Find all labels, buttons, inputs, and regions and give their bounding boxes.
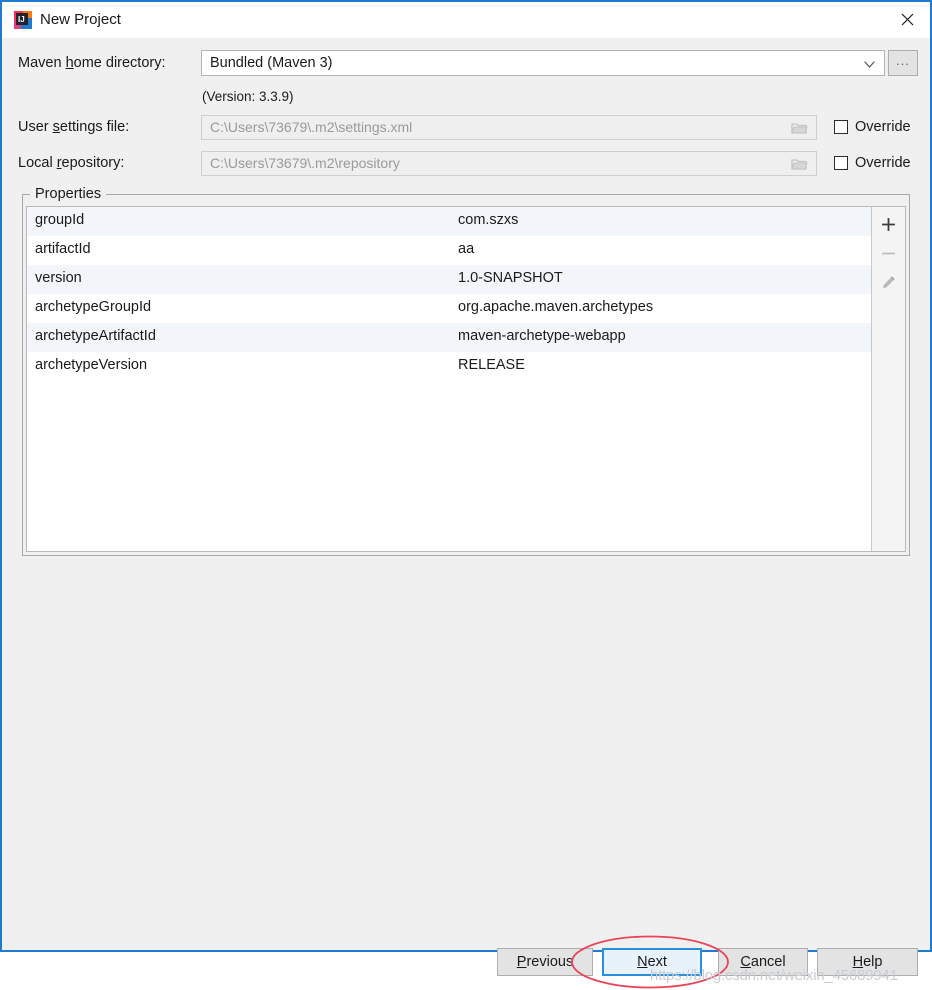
table-row[interactable]: version 1.0-SNAPSHOT [27, 265, 872, 294]
override-local-repository-checkbox[interactable]: Override [834, 155, 911, 171]
table-row[interactable]: archetypeVersion RELEASE [27, 352, 872, 381]
previous-button[interactable]: Previous [497, 948, 593, 976]
maven-home-directory-value: Bundled (Maven 3) [210, 55, 333, 71]
properties-toolbar [871, 207, 905, 551]
property-value: 1.0-SNAPSHOT [458, 270, 563, 286]
maven-home-directory-label: Maven home directory: [18, 55, 166, 71]
help-button[interactable]: Help [817, 948, 918, 976]
svg-text:IJ: IJ [18, 15, 25, 24]
pencil-icon[interactable] [877, 271, 900, 294]
table-row[interactable]: archetypeGroupId org.apache.maven.archety… [27, 294, 872, 323]
cancel-button[interactable]: Cancel [718, 948, 808, 976]
chevron-down-icon [863, 58, 876, 71]
title-bar: IJ New Project [2, 2, 930, 38]
property-value: maven-archetype-webapp [458, 328, 626, 344]
property-key: archetypeVersion [35, 357, 148, 373]
folder-icon[interactable] [791, 121, 808, 135]
override-local-repository-label: Override [855, 155, 911, 171]
checkbox-box[interactable] [834, 156, 848, 170]
property-key: archetypeArtifactId [35, 328, 156, 344]
maven-home-browse-button[interactable]: ... [888, 50, 918, 76]
maven-home-directory-combobox[interactable]: Bundled (Maven 3) [201, 50, 885, 76]
table-row[interactable]: archetypeArtifactId maven-archetype-webap… [27, 323, 872, 352]
property-value: com.szxs [458, 212, 519, 228]
override-user-settings-label: Override [855, 119, 911, 135]
table-row[interactable]: artifactId aa [27, 236, 872, 265]
page-title: New Project [40, 11, 121, 28]
user-settings-file-label: User settings file: [18, 119, 130, 135]
close-icon[interactable] [884, 2, 930, 36]
override-user-settings-checkbox[interactable]: Override [834, 119, 911, 135]
local-repository-value: C:\Users\73679\.m2\repository [210, 155, 400, 171]
property-key: archetypeGroupId [35, 299, 152, 315]
ellipsis-icon: ... [896, 52, 910, 68]
minus-icon[interactable] [877, 242, 900, 265]
checkbox-box[interactable] [834, 120, 848, 134]
user-settings-file-value: C:\Users\73679\.m2\settings.xml [210, 119, 413, 135]
local-repository-input[interactable]: C:\Users\73679\.m2\repository [201, 151, 817, 176]
table-row[interactable]: groupId com.szxs [27, 207, 872, 236]
property-key: groupId [35, 212, 85, 228]
property-value: aa [458, 241, 475, 257]
properties-panel: groupId com.szxs artifactId aa version 1.0-SN… [26, 206, 906, 552]
intellij-idea-icon: IJ [14, 11, 32, 29]
next-button[interactable]: Next [602, 948, 702, 976]
property-value: RELEASE [458, 357, 525, 373]
dialog-content: Maven home directory: Bundled (Maven 3) … [2, 38, 930, 989]
local-repository-label: Local repository: [18, 155, 125, 171]
property-key: version [35, 270, 82, 286]
properties-legend: Properties [30, 186, 107, 202]
maven-version-note: (Version: 3.3.9) [202, 89, 294, 104]
properties-table[interactable]: groupId com.szxs artifactId aa version 1.0-SN… [27, 207, 872, 551]
folder-icon[interactable] [791, 157, 808, 171]
property-value: org.apache.maven.archetypes [458, 299, 654, 315]
property-key: artifactId [35, 241, 91, 257]
new-project-dialog: IJ New Project Maven home directory: Bun… [0, 0, 932, 989]
user-settings-file-input[interactable]: C:\Users\73679\.m2\settings.xml [201, 115, 817, 140]
plus-icon[interactable] [877, 213, 900, 236]
